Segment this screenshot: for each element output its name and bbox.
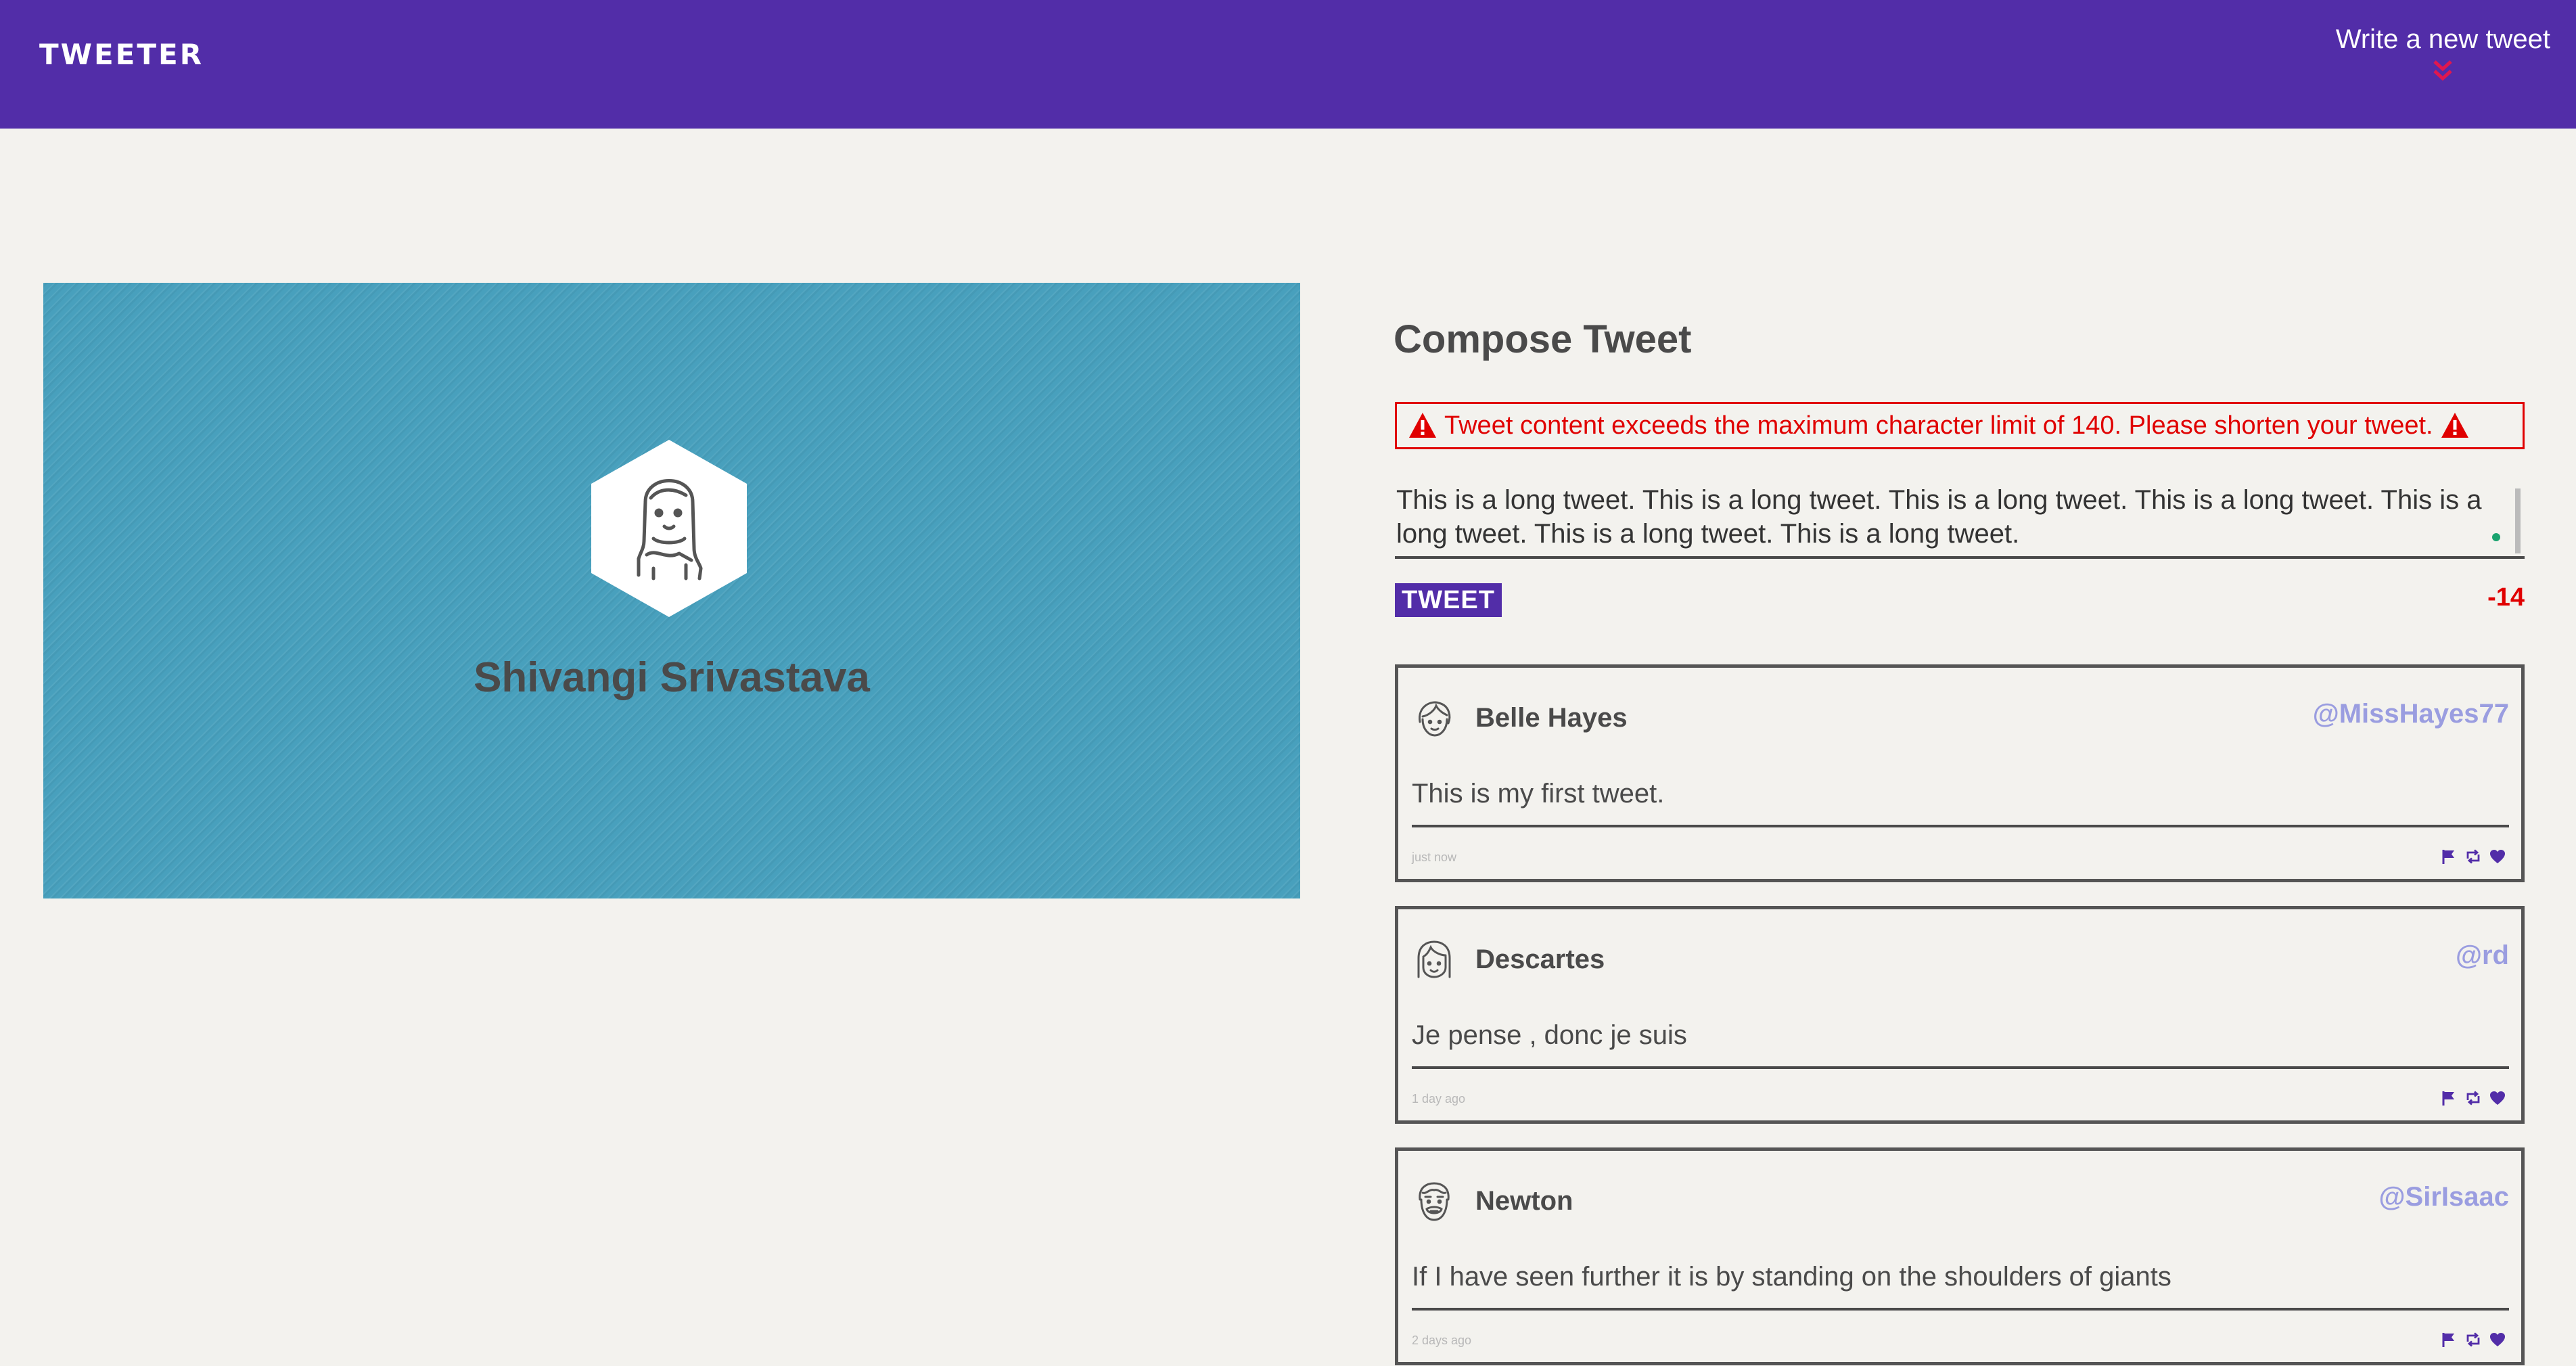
retweet-icon[interactable] bbox=[2464, 1331, 2482, 1348]
profile-name: Shivangi Srivastava bbox=[474, 654, 870, 701]
tweet-actions bbox=[2440, 1331, 2506, 1348]
flag-icon[interactable] bbox=[2440, 1331, 2458, 1348]
tweet-timestamp: 2 days ago bbox=[1412, 1334, 1472, 1347]
heart-icon[interactable] bbox=[2489, 848, 2506, 865]
tweet-card: Newton @SirIsaac If I have seen further … bbox=[1395, 1147, 2525, 1365]
character-counter: -14 bbox=[2487, 583, 2525, 612]
brand-logo[interactable]: TWEETER bbox=[39, 38, 204, 71]
tweet-author-name[interactable]: Newton bbox=[1475, 1186, 1573, 1216]
top-nav: TWEETER Write a new tweet bbox=[0, 0, 2576, 129]
tweet-author-handle[interactable]: @rd bbox=[2456, 940, 2509, 971]
warning-triangle-icon bbox=[1409, 413, 1436, 438]
write-new-tweet-toggle[interactable]: Write a new tweet bbox=[2336, 24, 2550, 85]
tweet-card: Belle Hayes @MissHayes77 This is my firs… bbox=[1395, 664, 2525, 882]
tweet-content: Je pense , donc je suis bbox=[1412, 1020, 1687, 1050]
tweet-author-handle[interactable]: @MissHayes77 bbox=[2313, 699, 2509, 729]
compose-title: Compose Tweet bbox=[1394, 317, 1692, 361]
tweet-input[interactable] bbox=[1395, 480, 2525, 559]
tweet-divider bbox=[1412, 825, 2509, 827]
long-hair-avatar-icon bbox=[1417, 940, 1451, 978]
tweet-button[interactable]: TWEET bbox=[1395, 583, 1502, 617]
tweet-author-handle[interactable]: @SirIsaac bbox=[2379, 1182, 2509, 1212]
tweet-content: This is my first tweet. bbox=[1412, 779, 1665, 809]
tweet-timestamp: 1 day ago bbox=[1412, 1092, 1466, 1106]
profile-card: Shivangi Srivastava bbox=[43, 283, 1300, 898]
flag-icon[interactable] bbox=[2440, 848, 2458, 865]
warning-triangle-icon bbox=[2441, 413, 2468, 438]
tweet-divider bbox=[1412, 1308, 2509, 1311]
textarea-scrollbar[interactable] bbox=[2515, 488, 2521, 553]
error-message-box: Tweet content exceeds the maximum charac… bbox=[1395, 402, 2525, 449]
double-chevron-down-icon[interactable] bbox=[2429, 58, 2456, 85]
heart-icon[interactable] bbox=[2489, 1331, 2506, 1348]
tweet-content: If I have seen further it is by standing… bbox=[1412, 1262, 2171, 1292]
tweet-author-name[interactable]: Descartes bbox=[1475, 944, 1605, 975]
woman-avatar-icon bbox=[1419, 701, 1451, 737]
heart-icon[interactable] bbox=[2489, 1089, 2506, 1107]
tweet-author-name[interactable]: Belle Hayes bbox=[1475, 703, 1628, 733]
tweet-card: Descartes @rd Je pense , donc je suis 1 … bbox=[1395, 906, 2525, 1124]
tweet-actions bbox=[2440, 1089, 2506, 1107]
tweet-timestamp: just now bbox=[1412, 850, 1457, 864]
error-message-text: Tweet content exceeds the maximum charac… bbox=[1444, 411, 2433, 440]
bearded-man-avatar-icon bbox=[1419, 1182, 1450, 1221]
retweet-icon[interactable] bbox=[2464, 848, 2482, 865]
write-new-tweet-label[interactable]: Write a new tweet bbox=[2336, 24, 2550, 55]
tweet-actions bbox=[2440, 848, 2506, 865]
tweet-divider bbox=[1412, 1066, 2509, 1069]
flag-icon[interactable] bbox=[2440, 1089, 2458, 1107]
profile-avatar bbox=[591, 440, 747, 617]
resize-dot bbox=[2492, 533, 2500, 541]
retweet-icon[interactable] bbox=[2464, 1089, 2482, 1107]
